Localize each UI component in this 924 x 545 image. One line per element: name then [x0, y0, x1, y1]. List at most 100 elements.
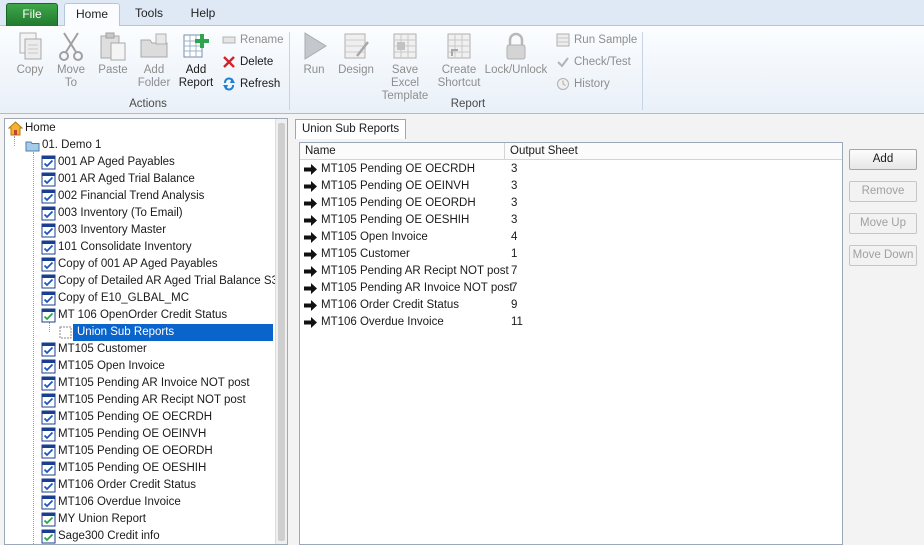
lock-icon [506, 32, 526, 60]
report-icon [41, 291, 56, 306]
report-icon [41, 206, 56, 221]
table-row[interactable]: MT106 Order Credit Status 9 [300, 297, 842, 314]
tab-union-sub-reports[interactable]: Union Sub Reports [295, 119, 407, 139]
report-icon [41, 342, 56, 357]
table-row[interactable]: MT105 Customer 1 [300, 246, 842, 263]
row-output-sheet: 11 [511, 316, 523, 328]
table-row[interactable]: MT105 Open Invoice 4 [300, 229, 842, 246]
report-tree[interactable]: Home 01. Demo 1 001 AP Aged Payables 001 … [4, 118, 288, 545]
table-row[interactable]: MT105 Pending OE OEORDH 3 [300, 195, 842, 212]
add-button[interactable]: Add [849, 149, 917, 170]
tree-item-label: 003 Inventory (To Email) [58, 207, 183, 219]
tab-help[interactable]: Help [180, 3, 226, 26]
folder-icon [25, 141, 40, 152]
tree-scrollbar-thumb[interactable] [278, 123, 285, 541]
row-output-sheet: 3 [511, 163, 518, 175]
tree-item-label: Union Sub Reports [73, 324, 273, 341]
column-header-name[interactable]: Name [300, 143, 505, 160]
tree-item-label: 101 Consolidate Inventory [58, 241, 192, 253]
row-output-sheet: 4 [511, 231, 518, 243]
remove-button[interactable]: Remove [849, 181, 917, 202]
tree-item-label: Copy of 001 AP Aged Payables [58, 258, 218, 270]
delete-button[interactable]: Delete [222, 53, 273, 71]
tab-tools[interactable]: Tools [126, 3, 172, 26]
home-icon [8, 121, 23, 136]
rename-button[interactable]: Rename [222, 31, 283, 49]
row-output-sheet: 9 [511, 299, 518, 311]
row-name: MT105 Open Invoice [321, 231, 428, 243]
tree-item-label: MT105 Pending OE OEINVH [58, 428, 207, 440]
check-icon [557, 57, 569, 68]
run-label: Run [303, 64, 325, 76]
grid-header: Name Output Sheet [300, 143, 842, 160]
column-header-output-sheet[interactable]: Output Sheet [505, 143, 842, 160]
add-folder-button[interactable]: Add Folder [134, 30, 174, 90]
tree-scrollbar[interactable] [275, 119, 287, 544]
rename-icon [222, 36, 236, 44]
run-button[interactable]: Run [298, 30, 330, 77]
save-excel-template-button[interactable]: Save Excel Template [378, 30, 432, 103]
row-name: MT105 Pending OE OEORDH [321, 197, 476, 209]
row-name: MT105 Pending AR Recipt NOT post [321, 265, 509, 277]
arrow-right-icon [304, 164, 317, 175]
tree-item-label: MT105 Pending AR Recipt NOT post [58, 394, 246, 406]
history-button[interactable]: History [556, 75, 610, 93]
delete-label: Delete [240, 56, 274, 68]
tree-connector [14, 136, 15, 146]
table-row[interactable]: MT105 Pending OE OEINVH 3 [300, 178, 842, 195]
report-icon [41, 155, 56, 170]
tab-file[interactable]: File [6, 3, 58, 26]
union-sub-reports-panel: Union Sub Reports Name Output Sheet MT10… [292, 118, 924, 545]
report-icon [41, 393, 56, 408]
add-report-button[interactable]: Add Report [176, 30, 216, 90]
lock-unlock-button[interactable]: Lock/Unlock [484, 30, 548, 77]
refresh-button[interactable]: Refresh [222, 75, 280, 93]
report-icon [41, 308, 56, 323]
tree-item-label: MT 106 OpenOrder Credit Status [58, 309, 228, 321]
design-icon [344, 33, 369, 59]
create-shortcut-button[interactable]: Create Shortcut [434, 30, 484, 90]
report-icon [41, 495, 56, 510]
move-up-button[interactable]: Move Up [849, 213, 917, 234]
move-to-button[interactable]: Move To [52, 30, 90, 90]
report-icon [41, 189, 56, 204]
design-label: Design [338, 64, 374, 76]
table-row[interactable]: MT105 Pending OE OESHIH 3 [300, 212, 842, 229]
table-row[interactable]: MT105 Pending AR Recipt NOT post 7 [300, 263, 842, 280]
save-excel-label-1: Save Excel [390, 64, 420, 89]
copy-button[interactable]: Copy [12, 30, 48, 77]
history-icon [557, 78, 569, 90]
table-row[interactable]: MT105 Pending OE OECRDH 3 [300, 161, 842, 178]
ribbon-separator [289, 32, 290, 110]
create-shortcut-label-2: Shortcut [437, 77, 481, 89]
row-name: MT106 Overdue Invoice [321, 316, 444, 328]
tab-home[interactable]: Home [64, 3, 120, 27]
tree-item-label: MY Union Report [58, 513, 146, 525]
play-icon [304, 32, 327, 60]
ribbon: Copy Move To Paste Add Folder Add Report… [0, 26, 924, 114]
tree-connector [49, 322, 50, 332]
sub-report-grid[interactable]: Name Output Sheet MT105 Pending OE OECRD… [299, 142, 843, 545]
row-output-sheet: 3 [511, 214, 518, 226]
shortcut-icon [447, 33, 471, 59]
row-name: MT105 Customer [321, 248, 410, 260]
history-label: History [574, 78, 610, 90]
design-button[interactable]: Design [336, 30, 376, 77]
row-output-sheet: 1 [511, 248, 518, 260]
move-down-button[interactable]: Move Down [849, 245, 917, 266]
paste-button[interactable]: Paste [94, 30, 132, 77]
table-row[interactable]: MT106 Overdue Invoice 11 [300, 314, 842, 331]
arrow-right-icon [304, 249, 317, 260]
report-icon [41, 257, 56, 272]
arrow-right-icon [304, 300, 317, 311]
rename-label: Rename [240, 34, 284, 46]
report-group-label: Report [450, 98, 486, 110]
row-name: MT105 Pending AR Invoice NOT post [321, 282, 513, 294]
arrow-right-icon [304, 215, 317, 226]
check-test-button[interactable]: Check/Test [556, 53, 631, 71]
run-sample-button[interactable]: Run Sample [556, 31, 637, 49]
paste-label: Paste [98, 64, 128, 76]
move-to-label-1: Move [56, 64, 86, 76]
tree-item-label: Sage300 Credit info [58, 530, 160, 542]
table-row[interactable]: MT105 Pending AR Invoice NOT post 7 [300, 280, 842, 297]
